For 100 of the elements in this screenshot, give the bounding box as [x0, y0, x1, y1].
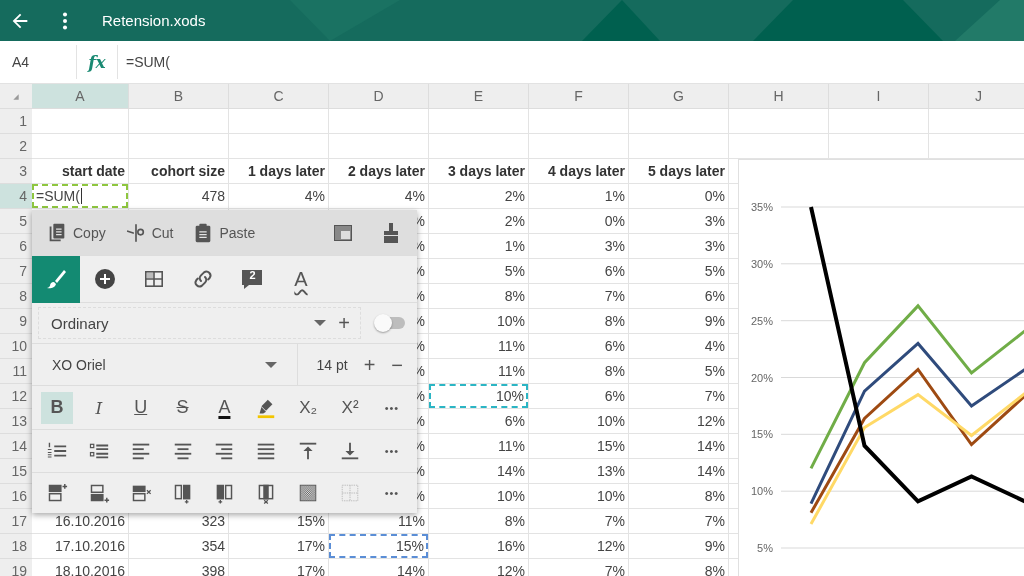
table-cell: 398 — [201, 563, 225, 576]
table-cell: 18.10.2016 — [54, 563, 125, 576]
table-cell: 323 — [201, 513, 225, 529]
row-header[interactable]: 2 — [0, 134, 32, 159]
corner-icon — [12, 93, 20, 101]
table-cell: 8% — [604, 313, 625, 329]
table-cell: 17% — [296, 563, 325, 576]
axis-label: 30% — [750, 256, 773, 271]
table-cell: 7% — [604, 513, 625, 529]
caret-icon — [314, 320, 327, 326]
toggle-switch[interactable] — [377, 317, 405, 329]
table-cell: 14% — [496, 463, 525, 479]
paste-button[interactable]: Paste — [192, 214, 256, 251]
table-cell: 2% — [504, 213, 525, 229]
superscript-button[interactable]: X² — [334, 391, 367, 424]
comment-count: 2 — [248, 268, 257, 281]
strike-button[interactable]: S — [166, 391, 199, 424]
row-header[interactable]: 6 — [0, 234, 32, 259]
table-cell: 5% — [704, 363, 725, 379]
row-header[interactable]: 9 — [0, 309, 32, 334]
table-cell: 5% — [704, 263, 725, 279]
font-color-button[interactable]: A — [208, 391, 241, 424]
table-cell: 16.10.2016 — [54, 513, 125, 529]
more-button[interactable]: ••• — [375, 391, 408, 424]
add-style-button[interactable]: + — [338, 313, 350, 333]
row-header[interactable]: 16 — [0, 484, 32, 509]
column-header[interactable]: C — [229, 84, 329, 109]
row-header[interactable]: 7 — [0, 259, 32, 284]
italic-button[interactable]: I — [82, 391, 115, 424]
table-cell: 10% — [496, 313, 525, 329]
decrease-size-button[interactable]: − — [391, 354, 403, 375]
table-cell: 6% — [704, 288, 725, 304]
row-header[interactable]: 13 — [0, 409, 32, 434]
column-header[interactable]: G — [629, 84, 729, 109]
column-header[interactable]: E — [429, 84, 529, 109]
column-title: cohort size — [151, 163, 225, 179]
file-title: Retension.xods — [102, 12, 206, 29]
more-button[interactable]: ••• — [375, 435, 408, 467]
table-cell: 1% — [604, 188, 625, 204]
formula-field[interactable]: =SUM( — [126, 54, 170, 70]
column-title: 5 days later — [647, 163, 725, 179]
format-tab[interactable] — [32, 255, 80, 303]
row-header[interactable]: 17 — [0, 509, 32, 534]
row-header[interactable]: 12 — [0, 384, 32, 409]
column-header[interactable]: D — [329, 84, 429, 109]
axis-label: 20% — [750, 370, 773, 385]
column-header[interactable]: H — [729, 84, 829, 109]
format-tab[interactable]: A — [277, 255, 325, 303]
row-header[interactable]: 19 — [0, 559, 32, 576]
table-cell: 478 — [201, 188, 225, 204]
row-header[interactable]: 18 — [0, 534, 32, 559]
speech-bubble-icon — [240, 267, 264, 291]
table-cell: 6% — [604, 388, 625, 404]
table-cell: 12% — [596, 538, 625, 554]
row-header[interactable]: 8 — [0, 284, 32, 309]
row-header[interactable]: 10 — [0, 334, 32, 359]
bold-button[interactable]: B — [40, 391, 73, 424]
table-cell: 13% — [596, 463, 625, 479]
increase-size-button[interactable]: + — [363, 354, 376, 375]
font-dropdown[interactable]: XO Oriel — [32, 343, 299, 386]
function-button[interactable]: fx — [77, 45, 118, 79]
row-header[interactable]: 15 — [0, 459, 32, 484]
table-cell: 6% — [604, 338, 625, 354]
column-title: start date — [61, 163, 125, 179]
table-cell: 4% — [704, 338, 725, 354]
copied-cell[interactable]: 15% — [329, 534, 428, 558]
style-dropdown[interactable]: Ordinary + — [38, 307, 361, 339]
more-button[interactable]: ••• — [375, 477, 408, 509]
column-header[interactable]: I — [829, 84, 929, 109]
row-header[interactable]: 1 — [0, 109, 32, 134]
table-cell: 16% — [496, 538, 525, 554]
copied-cell[interactable]: 10% — [429, 384, 528, 408]
table-cell: 11% — [498, 338, 525, 354]
table-cell: 14% — [396, 563, 425, 576]
row-header[interactable]: 4 — [0, 184, 32, 209]
cut-button[interactable]: Cut — [124, 214, 174, 251]
axis-label: 25% — [750, 313, 773, 328]
style-name: Ordinary — [51, 314, 110, 332]
table-cell: 7% — [704, 513, 725, 529]
subscript-button[interactable]: X₂ — [292, 391, 325, 424]
axis-label: 5% — [757, 541, 773, 555]
column-header[interactable]: J — [929, 84, 1024, 109]
cell-reference[interactable]: A4 — [0, 45, 77, 79]
column-header[interactable]: B — [129, 84, 229, 109]
row-header[interactable]: 11 — [0, 359, 32, 384]
format-tab[interactable]: 2 — [228, 255, 276, 303]
row-header[interactable]: 14 — [0, 434, 32, 459]
table-cell: 6% — [504, 413, 525, 429]
table-cell: 5% — [504, 263, 525, 279]
cell-editor[interactable]: =SUM( — [32, 184, 128, 208]
row-header[interactable]: 3 — [0, 159, 32, 184]
font-size[interactable]: 14 pt — [316, 356, 348, 373]
row-header[interactable]: 5 — [0, 209, 32, 234]
underline-button[interactable]: U — [124, 391, 157, 424]
table-cell: 15% — [596, 438, 625, 454]
copy-button[interactable]: Copy — [46, 214, 106, 251]
column-header[interactable]: F — [529, 84, 629, 109]
link-icon — [191, 267, 215, 291]
axis-label: 10% — [750, 484, 773, 499]
column-header[interactable]: A — [32, 84, 129, 109]
